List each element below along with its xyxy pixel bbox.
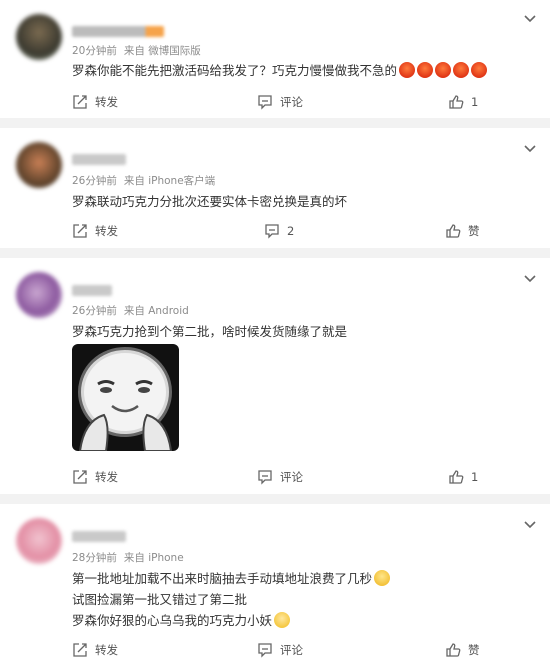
comment-time: 26分钟前 bbox=[72, 175, 117, 187]
repost-icon bbox=[73, 95, 87, 109]
comment-icon bbox=[265, 224, 279, 239]
avatar[interactable] bbox=[16, 518, 62, 564]
repost-icon bbox=[73, 470, 87, 484]
comment-time: 20分钟前 bbox=[72, 45, 117, 57]
like-label: 赞 bbox=[468, 224, 480, 238]
sad-face-icon bbox=[274, 612, 291, 628]
comment-line: 第一批地址加载不出来时脑抽去手动填地址浪费了几秒 bbox=[72, 571, 373, 586]
comment-meta: 28分钟前 来自 iPhone bbox=[72, 550, 184, 565]
comment-label: 评论 bbox=[280, 95, 303, 109]
comment-line: 罗森你好狠的心乌乌我的巧克力小妖 bbox=[72, 613, 273, 628]
avatar[interactable] bbox=[16, 272, 62, 318]
repost-icon bbox=[73, 224, 87, 238]
chevron-down-icon[interactable] bbox=[522, 516, 538, 532]
comment-icon bbox=[258, 95, 272, 110]
like-count: 1 bbox=[471, 470, 479, 484]
comment-button[interactable]: 评论 bbox=[257, 641, 303, 659]
comment-label: 评论 bbox=[280, 470, 303, 484]
comment-line: 试图捡漏第一批又错过了第二批 bbox=[72, 592, 248, 607]
angry-face-icon bbox=[471, 62, 488, 78]
comment-line: 罗森你能不能先把激活码给我发了？巧克力慢慢做我不急的 bbox=[72, 63, 398, 78]
avatar[interactable] bbox=[16, 14, 62, 60]
username-blurred[interactable] bbox=[72, 531, 126, 542]
comment-text: 第一批地址加载不出来时脑抽去手动填地址浪费了几秒 试图捡漏第一批又错过了第二批 … bbox=[72, 568, 391, 631]
repost-icon bbox=[73, 643, 87, 657]
sweat-face-icon bbox=[374, 570, 391, 586]
comment-source: 来自 微博国际版 bbox=[123, 45, 201, 57]
repost-label: 转发 bbox=[95, 470, 118, 484]
angry-face-icon bbox=[399, 62, 416, 78]
chevron-down-icon[interactable] bbox=[522, 140, 538, 156]
angry-face-icon bbox=[453, 62, 470, 78]
repost-button[interactable]: 转发 bbox=[72, 468, 118, 486]
like-count: 1 bbox=[471, 95, 479, 109]
comment-source: 来自 iPhone客户端 bbox=[123, 175, 216, 187]
avatar[interactable] bbox=[16, 142, 62, 188]
repost-button[interactable]: 转发 bbox=[72, 222, 118, 240]
comment-card: 28分钟前 来自 iPhone 第一批地址加载不出来时脑抽去手动填地址浪费了几秒 … bbox=[0, 504, 550, 670]
comment-card: 26分钟前 来自 Android 罗森巧克力抢到个第二批，啥时候发货随缘了就是 转… bbox=[0, 258, 550, 494]
like-button[interactable]: 1 bbox=[448, 93, 478, 111]
comment-time: 28分钟前 bbox=[72, 552, 117, 564]
comment-button[interactable]: 评论 bbox=[257, 468, 303, 486]
username-blurred[interactable] bbox=[72, 154, 126, 165]
like-button[interactable]: 赞 bbox=[445, 641, 480, 659]
comment-card: 20分钟前 来自 微博国际版 罗森你能不能先把激活码给我发了？巧克力慢慢做我不急的… bbox=[0, 0, 550, 118]
like-button[interactable]: 赞 bbox=[445, 222, 480, 240]
comment-count: 2 bbox=[287, 224, 295, 238]
repost-button[interactable]: 转发 bbox=[72, 641, 118, 659]
chevron-down-icon[interactable] bbox=[522, 270, 538, 286]
comment-meta: 20分钟前 来自 微博国际版 bbox=[72, 43, 201, 58]
chevron-down-icon[interactable] bbox=[522, 10, 538, 26]
comment-icon bbox=[258, 643, 272, 658]
smiling-face-sticker-icon bbox=[78, 347, 173, 451]
comment-text: 罗森联动巧克力分批次还要实体卡密兑换是真的坏 bbox=[72, 191, 347, 210]
comment-icon bbox=[258, 470, 272, 485]
like-button[interactable]: 1 bbox=[448, 468, 478, 486]
comment-line: 罗森联动巧克力分批次还要实体卡密兑换是真的坏 bbox=[72, 194, 348, 209]
repost-label: 转发 bbox=[95, 224, 118, 238]
comment-meta: 26分钟前 来自 iPhone客户端 bbox=[72, 173, 215, 188]
username-blurred[interactable] bbox=[72, 285, 112, 296]
comment-card: 26分钟前 来自 iPhone客户端 罗森联动巧克力分批次还要实体卡密兑换是真的坏… bbox=[0, 128, 550, 248]
thumbs-up-icon bbox=[446, 224, 461, 238]
sticker-image[interactable] bbox=[72, 344, 179, 451]
comment-source: 来自 Android bbox=[123, 305, 189, 317]
comment-text: 罗森你能不能先把激活码给我发了？巧克力慢慢做我不急的 bbox=[72, 60, 488, 79]
angry-face-icon bbox=[435, 62, 452, 78]
comment-time: 26分钟前 bbox=[72, 305, 117, 317]
username-blurred[interactable] bbox=[72, 26, 164, 37]
comment-source: 来自 iPhone bbox=[123, 552, 184, 564]
comment-button[interactable]: 评论 bbox=[257, 93, 303, 111]
angry-face-icon bbox=[417, 62, 434, 78]
repost-label: 转发 bbox=[95, 95, 118, 109]
thumbs-up-icon bbox=[446, 643, 461, 657]
comment-meta: 26分钟前 来自 Android bbox=[72, 303, 189, 318]
thumbs-up-icon bbox=[449, 95, 464, 109]
comment-text: 罗森巧克力抢到个第二批，啥时候发货随缘了就是 bbox=[72, 321, 347, 340]
thumbs-up-icon bbox=[449, 470, 464, 484]
repost-button[interactable]: 转发 bbox=[72, 93, 118, 111]
comment-button[interactable]: 2 bbox=[264, 222, 294, 240]
like-label: 赞 bbox=[468, 643, 480, 657]
comment-label: 评论 bbox=[280, 643, 303, 657]
repost-label: 转发 bbox=[95, 643, 118, 657]
comment-line: 罗森巧克力抢到个第二批，啥时候发货随缘了就是 bbox=[72, 324, 348, 339]
